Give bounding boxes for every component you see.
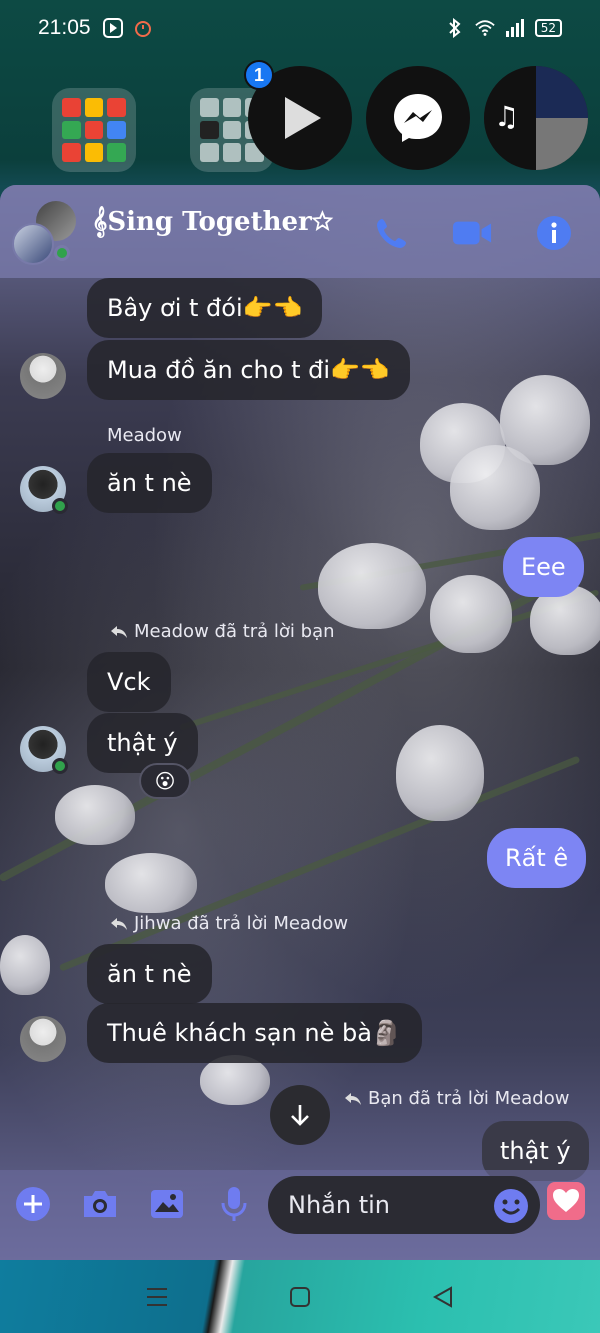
square-icon: [290, 1287, 310, 1307]
scroll-to-bottom-button[interactable]: [270, 1085, 330, 1145]
microphone-icon: [221, 1187, 247, 1221]
reply-arrow-icon: [345, 1092, 361, 1105]
back-button[interactable]: [428, 1282, 458, 1312]
play-store-chat-head[interactable]: 1: [244, 60, 352, 170]
chat-window: 𝄞Sing Together☆ Bây ơi t đói👉👈 Mua đồ ăn…: [0, 185, 600, 1260]
message-bubble-incoming[interactable]: Bây ơi t đói👉👈: [87, 278, 323, 338]
message-bubble-incoming[interactable]: Thuê khách sạn nè bà🗿: [87, 1003, 422, 1063]
menu-icon: [147, 1288, 167, 1306]
home-screen-background: 1 ♫: [0, 56, 600, 186]
reply-arrow-icon: [111, 917, 127, 930]
video-camera-icon: [452, 221, 492, 245]
home-button[interactable]: [285, 1282, 315, 1312]
play-icon: [285, 97, 321, 139]
message-bubble-outgoing[interactable]: Rất ê: [487, 828, 587, 888]
reply-indicator: Bạn đã trả lời Meadow: [344, 1088, 569, 1109]
group-avatar-icon: ♫: [484, 66, 588, 170]
sender-name: Meadow: [107, 425, 182, 446]
reply-indicator-text: Jihwa đã trả lời Meadow: [134, 913, 349, 934]
signal-icon: [505, 18, 525, 38]
reply-indicator-text: Meadow đã trả lời bạn: [134, 621, 335, 642]
member-avatar: [12, 223, 54, 265]
app-folder[interactable]: [52, 88, 136, 172]
chat-header: 𝄞Sing Together☆: [0, 185, 600, 278]
reply-indicator-text: Bạn đã trả lời Meadow: [368, 1088, 570, 1109]
camera-button[interactable]: [80, 1184, 120, 1224]
info-button[interactable]: [534, 213, 574, 253]
online-status-dot: [54, 245, 70, 261]
group-avatar[interactable]: [12, 201, 76, 265]
svg-text:♫: ♫: [494, 100, 519, 133]
chat-title[interactable]: 𝄞Sing Together☆: [92, 207, 333, 238]
smiley-icon: [494, 1189, 528, 1223]
timer-icon: [133, 18, 153, 38]
online-status-dot: [52, 758, 68, 774]
info-icon: [537, 216, 571, 250]
message-bubble-incoming[interactable]: Mua đồ ăn cho t đi👉👈: [87, 340, 410, 400]
reply-arrow-icon: [111, 625, 127, 638]
sender-avatar[interactable]: [20, 353, 66, 399]
status-bar: 21:05 52: [0, 0, 600, 56]
message-bubble-outgoing[interactable]: Eee: [503, 537, 584, 597]
reply-indicator: Jihwa đã trả lời Meadow: [110, 913, 348, 934]
reply-indicator: Meadow đã trả lời bạn: [110, 621, 335, 642]
recents-button[interactable]: [142, 1282, 172, 1312]
sender-avatar[interactable]: [20, 1016, 66, 1062]
message-reaction[interactable]: 😮: [139, 763, 191, 799]
more-actions-button[interactable]: [13, 1184, 53, 1224]
message-composer: Nhắn tin: [0, 1170, 600, 1260]
notification-badge: 1: [244, 60, 274, 90]
image-icon: [151, 1190, 183, 1218]
quick-reaction-button[interactable]: [547, 1182, 585, 1220]
message-bubble-incoming[interactable]: ăn t nè: [87, 944, 212, 1004]
emoji-button[interactable]: [491, 1186, 531, 1226]
heart-icon: [553, 1189, 579, 1212]
camera-icon: [84, 1191, 116, 1217]
system-navigation-bar: [0, 1260, 600, 1333]
messenger-icon: [394, 94, 442, 142]
message-bubble-incoming[interactable]: Vck: [87, 652, 171, 712]
bluetooth-icon: [445, 18, 465, 38]
back-triangle-icon: [432, 1286, 452, 1308]
voice-message-button[interactable]: [214, 1184, 254, 1224]
battery-indicator: 52: [534, 19, 562, 37]
video-call-button[interactable]: [452, 213, 492, 253]
messenger-chat-head[interactable]: [366, 66, 470, 170]
phone-icon: [377, 219, 406, 248]
plus-icon: [16, 1187, 50, 1221]
gallery-button[interactable]: [147, 1184, 187, 1224]
group-chat-head[interactable]: ♫: [484, 66, 588, 170]
message-bubble-incoming[interactable]: ăn t nè: [87, 453, 212, 513]
status-time: 21:05: [38, 16, 91, 39]
arrow-down-icon: [291, 1105, 309, 1126]
call-button[interactable]: [372, 213, 412, 253]
wifi-icon: [475, 18, 495, 38]
media-app-icon: [102, 18, 123, 38]
online-status-dot: [52, 498, 68, 514]
